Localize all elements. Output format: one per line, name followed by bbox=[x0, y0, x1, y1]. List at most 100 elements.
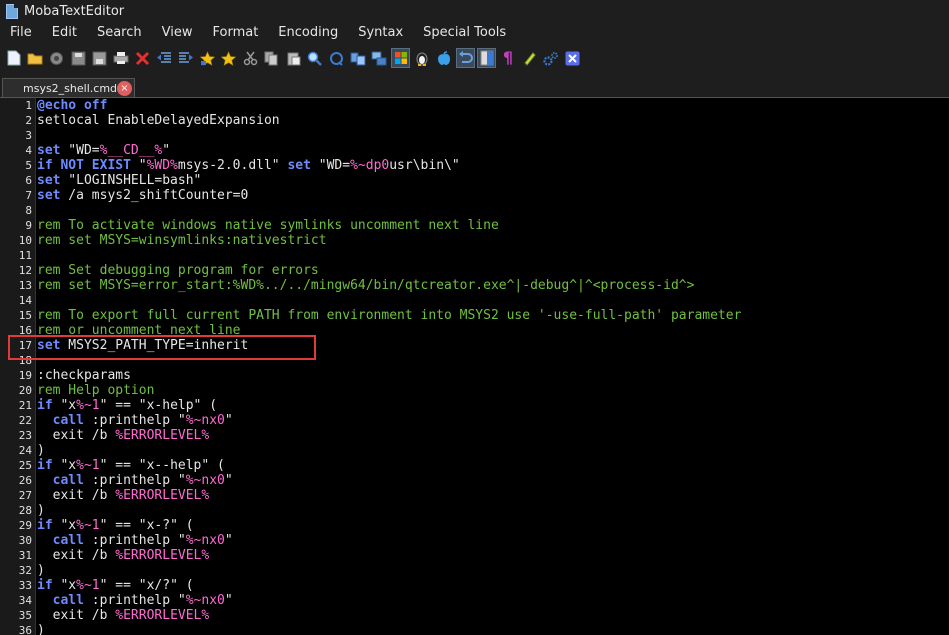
code-token: "LOGINSHELL=bash" bbox=[60, 173, 202, 188]
replace-icon[interactable] bbox=[327, 48, 346, 68]
windows-eol-icon[interactable] bbox=[391, 48, 410, 68]
compare-icon[interactable] bbox=[348, 48, 367, 68]
code-line[interactable]: 1 @echo off bbox=[0, 98, 949, 113]
code-line[interactable]: 34 call :printhelp "%~nx0" bbox=[0, 593, 949, 608]
save-icon[interactable] bbox=[69, 48, 88, 68]
code-line[interactable]: 13 rem set MSYS=error_start:%WD%../../min… bbox=[0, 278, 949, 293]
code-line[interactable]: 2 setlocal EnableDelayedExpansion bbox=[0, 113, 949, 128]
code-line[interactable]: 5 if NOT EXIST "%WD%msys-2.0.dll" set "WD… bbox=[0, 158, 949, 173]
indent-icon[interactable] bbox=[176, 48, 195, 68]
line-number: 14 bbox=[18, 294, 32, 307]
code-line[interactable]: 20 rem Help option bbox=[0, 383, 949, 398]
line-number: 1 bbox=[25, 99, 32, 112]
code-line[interactable]: 33 if "x%~1" == "x/?" ( bbox=[0, 578, 949, 593]
code-token: %~dp0 bbox=[350, 158, 390, 173]
code-line[interactable]: 24) bbox=[0, 443, 949, 458]
linux-eol-icon[interactable] bbox=[413, 48, 432, 68]
split-view-icon[interactable] bbox=[477, 48, 496, 68]
code-text: setlocal EnableDelayedExpansion bbox=[37, 113, 280, 128]
tab-bar: msys2_shell.cmd × bbox=[0, 72, 949, 98]
reload-icon[interactable] bbox=[47, 48, 66, 68]
code-line[interactable]: 26 call :printhelp "%~nx0" bbox=[0, 473, 949, 488]
code-token: exit /b bbox=[37, 488, 116, 503]
menu-view[interactable]: View bbox=[152, 22, 203, 44]
copy-icon[interactable] bbox=[262, 48, 281, 68]
code-line[interactable]: 31 exit /b %ERRORLEVEL% bbox=[0, 548, 949, 563]
app-icon bbox=[6, 3, 18, 19]
code-text: exit /b %ERRORLEVEL% bbox=[37, 488, 210, 503]
menu-format[interactable]: Format bbox=[202, 22, 268, 44]
code-token: " bbox=[224, 473, 233, 488]
search-icon[interactable] bbox=[305, 48, 324, 68]
code-line[interactable]: 9 rem To activate windows native symlinks… bbox=[0, 218, 949, 233]
bookmark-next-icon[interactable] bbox=[219, 48, 238, 68]
code-token: ) bbox=[37, 503, 45, 518]
code-token: call bbox=[52, 533, 84, 548]
menu-syntax[interactable]: Syntax bbox=[348, 22, 413, 44]
cut-icon[interactable] bbox=[241, 48, 260, 68]
title-bar: MobaTextEditor bbox=[0, 0, 949, 22]
line-number: 11 bbox=[18, 249, 32, 262]
tab-msys2-shell[interactable]: msys2_shell.cmd × bbox=[2, 78, 135, 98]
code-line[interactable]: 14 bbox=[0, 293, 949, 308]
paste-icon[interactable] bbox=[284, 48, 303, 68]
compare-files-icon[interactable] bbox=[370, 48, 389, 68]
code-line[interactable]: 27 exit /b %ERRORLEVEL% bbox=[0, 488, 949, 503]
menu-file[interactable]: File bbox=[0, 22, 42, 44]
code-line[interactable]: 3 bbox=[0, 128, 949, 143]
code-token: "x bbox=[52, 398, 77, 413]
menu-edit[interactable]: Edit bbox=[42, 22, 87, 44]
code-line[interactable]: 19:checkparams bbox=[0, 368, 949, 383]
code-line[interactable]: 8 bbox=[0, 203, 949, 218]
line-number: 35 bbox=[18, 609, 32, 622]
code-token: rem set MSYS=error_start:%WD%../../mingw… bbox=[37, 278, 695, 293]
mac-eol-icon[interactable] bbox=[434, 48, 453, 68]
code-line[interactable]: 22 call :printhelp "%~nx0" bbox=[0, 413, 949, 428]
code-line[interactable]: 25 if "x%~1" == "x--help" ( bbox=[0, 458, 949, 473]
line-number: 4 bbox=[25, 144, 32, 157]
menu-search[interactable]: Search bbox=[87, 22, 152, 44]
code-line[interactable]: 12 rem Set debugging program for errors bbox=[0, 263, 949, 278]
open-folder-icon[interactable] bbox=[26, 48, 45, 68]
code-line[interactable]: 11 bbox=[0, 248, 949, 263]
settings-icon[interactable] bbox=[542, 48, 561, 68]
code-line[interactable]: 36) bbox=[0, 623, 949, 635]
code-editor[interactable]: 1 @echo off 2 setlocal EnableDelayedExpansi… bbox=[0, 98, 949, 635]
code-line[interactable]: 32) bbox=[0, 563, 949, 578]
menu-bar: File Edit Search View Format Encoding Sy… bbox=[0, 22, 949, 44]
highlighter-icon[interactable] bbox=[520, 48, 539, 68]
code-line[interactable]: 10 rem set MSYS=winsymlinks:nativestrict bbox=[0, 233, 949, 248]
code-line[interactable]: 28) bbox=[0, 503, 949, 518]
code-text: if "x%~1" == "x--help" ( bbox=[37, 458, 225, 473]
code-line[interactable]: 23 exit /b %ERRORLEVEL% bbox=[0, 428, 949, 443]
bookmark-icon[interactable] bbox=[198, 48, 217, 68]
code-token: ) bbox=[37, 443, 45, 458]
code-line[interactable]: 6 set "LOGINSHELL=bash" bbox=[0, 173, 949, 188]
outdent-icon[interactable] bbox=[155, 48, 174, 68]
code-line[interactable]: 35 exit /b %ERRORLEVEL% bbox=[0, 608, 949, 623]
code-text: @echo off bbox=[37, 98, 107, 113]
code-token: %~1 bbox=[76, 458, 100, 473]
exit-icon[interactable] bbox=[563, 48, 582, 68]
code-token: "WD= bbox=[310, 158, 351, 173]
code-line[interactable]: 4 set "WD=%__CD__%" bbox=[0, 143, 949, 158]
print-icon[interactable] bbox=[112, 48, 131, 68]
tab-close-icon[interactable]: × bbox=[117, 81, 132, 96]
save-all-icon[interactable] bbox=[90, 48, 109, 68]
line-number: 15 bbox=[18, 309, 32, 322]
code-line[interactable]: 29 if "x%~1" == "x-?" ( bbox=[0, 518, 949, 533]
tab-label: msys2_shell.cmd bbox=[23, 82, 118, 95]
code-token: " bbox=[224, 533, 233, 548]
menu-encoding[interactable]: Encoding bbox=[268, 22, 348, 44]
code-line[interactable]: 21 if "x%~1" == "x-help" ( bbox=[0, 398, 949, 413]
close-file-icon[interactable] bbox=[133, 48, 152, 68]
code-line[interactable]: 15 rem To export full current PATH from e… bbox=[0, 308, 949, 323]
pilcrow-icon[interactable]: ¶ bbox=[499, 48, 518, 68]
code-text: set "LOGINSHELL=bash" bbox=[37, 173, 201, 188]
undo-icon[interactable] bbox=[455, 48, 475, 68]
menu-special-tools[interactable]: Special Tools bbox=[413, 22, 516, 44]
code-line[interactable]: 30 call :printhelp "%~nx0" bbox=[0, 533, 949, 548]
code-line[interactable]: 7 set /a msys2_shiftCounter=0 bbox=[0, 188, 949, 203]
code-token: "x bbox=[52, 518, 77, 533]
new-file-icon[interactable] bbox=[4, 48, 23, 68]
